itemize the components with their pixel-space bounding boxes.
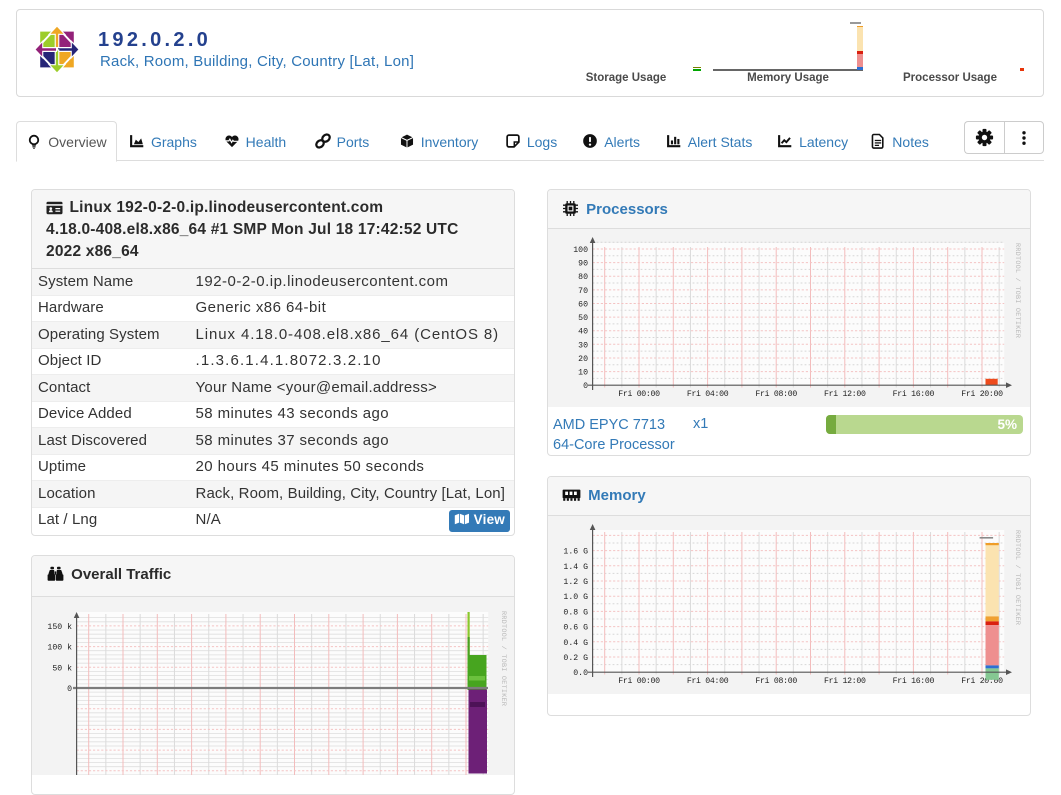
svg-text:Fri 08:00: Fri 08:00 xyxy=(755,676,797,686)
svg-text:Fri 16:00: Fri 16:00 xyxy=(893,389,935,399)
svg-text:Fri 12:00: Fri 12:00 xyxy=(824,389,866,399)
svg-text:50 k: 50 k xyxy=(52,663,72,673)
svg-text:0.4 G: 0.4 G xyxy=(563,639,588,648)
svg-text:90: 90 xyxy=(578,260,588,269)
svg-text:20: 20 xyxy=(578,355,588,364)
svg-text:0: 0 xyxy=(583,382,588,391)
svg-text:Fri 20:00: Fri 20:00 xyxy=(961,389,1003,399)
svg-text:30: 30 xyxy=(578,341,588,350)
svg-text:RRDTOOL / TOBI OETIKER: RRDTOOL / TOBI OETIKER xyxy=(1013,243,1021,338)
svg-text:RRDTOOL / TOBI OETIKER: RRDTOOL / TOBI OETIKER xyxy=(499,611,507,706)
svg-text:1.4 G: 1.4 G xyxy=(563,563,588,572)
svg-text:0.2 G: 0.2 G xyxy=(563,654,588,663)
svg-text:Fri 12:00: Fri 12:00 xyxy=(824,676,866,686)
svg-text:150 k: 150 k xyxy=(47,622,72,632)
svg-text:0.8 G: 0.8 G xyxy=(563,608,588,617)
svg-text:RRDTOOL / TOBI OETIKER: RRDTOOL / TOBI OETIKER xyxy=(1013,530,1021,625)
svg-text:Fri 16:00: Fri 16:00 xyxy=(893,676,935,686)
svg-text:0: 0 xyxy=(67,685,72,694)
svg-text:0.0: 0.0 xyxy=(573,669,588,678)
svg-text:1.2 G: 1.2 G xyxy=(563,578,588,587)
svg-text:60: 60 xyxy=(578,301,588,310)
svg-text:Fri 00:00: Fri 00:00 xyxy=(618,676,660,686)
svg-text:1.0 G: 1.0 G xyxy=(563,593,588,602)
svg-text:Fri 04:00: Fri 04:00 xyxy=(687,676,729,686)
svg-text:100: 100 xyxy=(573,246,588,255)
svg-text:10: 10 xyxy=(578,369,588,378)
svg-text:50: 50 xyxy=(578,314,588,323)
svg-text:Fri 00:00: Fri 00:00 xyxy=(618,389,660,399)
svg-text:70: 70 xyxy=(578,287,588,296)
svg-text:Fri 04:00: Fri 04:00 xyxy=(687,389,729,399)
svg-text:80: 80 xyxy=(578,273,588,282)
svg-text:1.6 G: 1.6 G xyxy=(563,548,588,557)
svg-text:100 k: 100 k xyxy=(47,643,72,653)
svg-text:0.6 G: 0.6 G xyxy=(563,624,588,633)
svg-text:Fri 08:00: Fri 08:00 xyxy=(755,389,797,399)
svg-text:40: 40 xyxy=(578,328,588,337)
